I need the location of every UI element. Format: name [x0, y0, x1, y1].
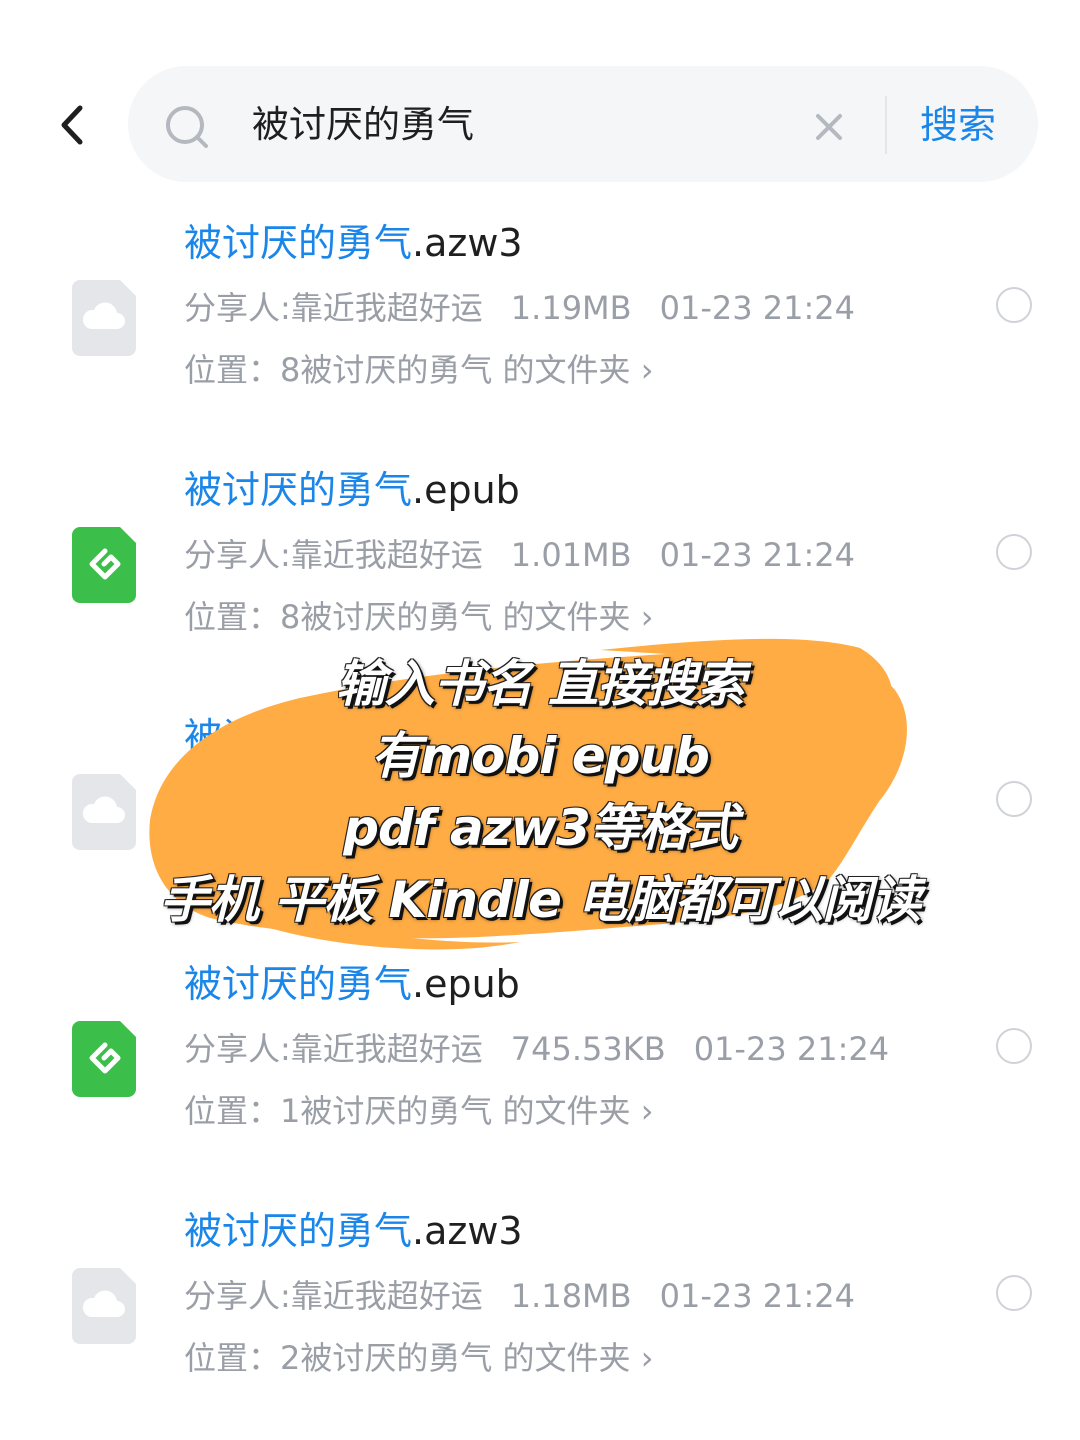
file-title-match: 被讨厌的勇气 [184, 1209, 413, 1253]
cloud-file-icon [72, 1268, 136, 1344]
select-radio[interactable] [996, 1028, 1032, 1064]
result-item[interactable]: 被讨厌的勇气.epub 分享人:靠近我超好运 745.53KB 01-23 21:2… [0, 959, 1080, 1199]
result-item[interactable]: 被讨厌的勇气.azw3 分享人:靠近我超好运 1.19MB 01-23 21:24 … [0, 218, 1080, 458]
sharer: 分享人:靠近我超好运 [184, 1277, 483, 1315]
file-location-link[interactable]: 位置：1被讨厌的勇气 的文件夹 › [184, 1089, 654, 1133]
search-divider [885, 96, 887, 154]
clear-icon[interactable] [814, 112, 844, 142]
search-button[interactable]: 搜索 [920, 100, 996, 150]
file-title-match: 被讨厌的勇气 [184, 962, 413, 1006]
file-title-match: 被讨厌的勇气 [184, 468, 413, 512]
file-meta: 分享人:靠近我超好运 1.19MB 01-23 21:24 [184, 286, 883, 330]
back-arrow-icon[interactable] [52, 100, 92, 150]
file-meta: 分享人:靠近我超好运 745.53KB 01-23 21:24 [184, 1027, 917, 1071]
file-title[interactable]: 被讨厌的勇气.azw3 [184, 1206, 523, 1256]
file-title[interactable]: 被讨厌的勇气.azw3 [184, 218, 523, 268]
file-location-link[interactable]: 位置：8被讨厌的勇气 的文件夹 › [184, 595, 654, 639]
caption-line: 有mobi epub [371, 727, 710, 785]
select-radio[interactable] [996, 534, 1032, 570]
file-title-match: 被讨厌的勇气 [184, 221, 413, 265]
sharer: 分享人:靠近我超好运 [184, 536, 483, 574]
file-meta: 分享人:靠近我超好运 1.01MB 01-23 21:24 [184, 533, 883, 577]
cloud-file-icon [72, 280, 136, 356]
file-extension: .epub [412, 962, 520, 1006]
file-title[interactable]: 被讨厌的勇气.epub [184, 465, 520, 515]
sharer: 分享人:靠近我超好运 [184, 289, 483, 327]
file-time: 01-23 21:24 [659, 536, 855, 574]
file-title[interactable]: 被讨厌的勇气.epub [184, 959, 520, 1009]
sharer: 分享人:靠近我超好运 [184, 1030, 483, 1068]
file-extension: .azw3 [412, 221, 523, 265]
file-size: 1.01MB [510, 536, 632, 574]
file-extension: .azw3 [412, 1209, 523, 1253]
promo-caption: 输入书名 直接搜索 有mobi epub pdf azw3等格式 手机 平板 K… [140, 648, 940, 936]
file-extension: .epub [412, 468, 520, 512]
cloud-file-icon [72, 774, 136, 850]
search-input[interactable]: 被讨厌的勇气 [252, 100, 474, 150]
file-location-link[interactable]: 位置：2被讨厌的勇气 的文件夹 › [184, 1336, 654, 1380]
file-size: 1.18MB [510, 1277, 632, 1315]
file-meta: 分享人:靠近我超好运 1.18MB 01-23 21:24 [184, 1274, 883, 1318]
file-size: 1.19MB [510, 289, 632, 327]
file-time: 01-23 21:24 [659, 1277, 855, 1315]
caption-line: pdf azw3等格式 [343, 799, 738, 857]
search-icon [166, 106, 208, 148]
select-radio[interactable] [996, 781, 1032, 817]
result-item[interactable]: 被讨厌的勇气.azw3 分享人:靠近我超好运 1.18MB 01-23 21:24 … [0, 1206, 1080, 1440]
file-time: 01-23 21:24 [659, 289, 855, 327]
caption-line: 手机 平板 Kindle 电脑都可以阅读 [159, 871, 922, 929]
select-radio[interactable] [996, 1275, 1032, 1311]
epub-file-icon [72, 1021, 136, 1097]
file-time: 01-23 21:24 [693, 1030, 890, 1068]
caption-line: 输入书名 直接搜索 [335, 655, 745, 713]
epub-file-icon [72, 527, 136, 603]
file-location-link[interactable]: 位置：8被讨厌的勇气 的文件夹 › [184, 348, 654, 392]
file-size: 745.53KB [510, 1030, 666, 1068]
select-radio[interactable] [996, 287, 1032, 323]
